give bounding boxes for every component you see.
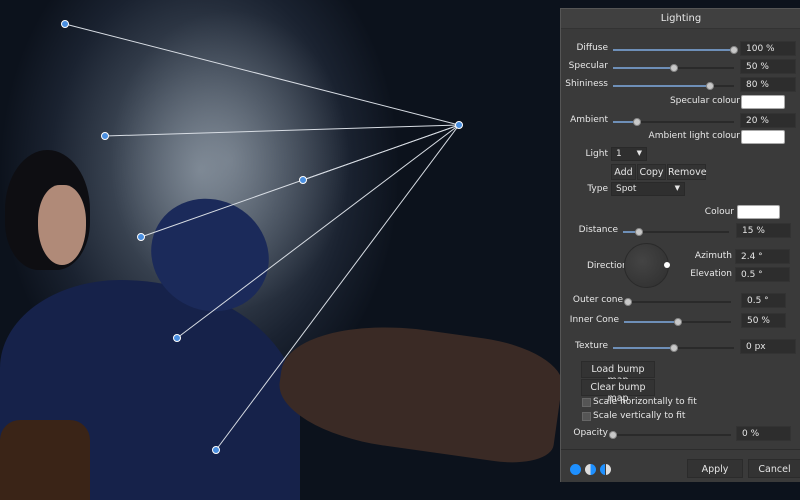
- texture-slider-knob[interactable]: [669, 344, 678, 352]
- shininess-slider[interactable]: [613, 82, 734, 90]
- outer-cone-label: Outer cone: [572, 295, 623, 305]
- preview-mode-mirror-icon[interactable]: [600, 464, 611, 475]
- scale-vertically-label: Scale vertically to fit: [593, 411, 686, 421]
- specular-slider-knob[interactable]: [669, 64, 678, 72]
- diffuse-value-field[interactable]: 100 %: [740, 41, 796, 56]
- light-target-handle[interactable]: [299, 176, 307, 184]
- distance-slider[interactable]: [623, 228, 729, 236]
- preview-mode-split-icon[interactable]: [585, 464, 596, 475]
- light-source-handle[interactable]: [455, 121, 463, 129]
- light-value: 1: [616, 149, 622, 159]
- light-ray-line: [64, 23, 460, 126]
- azimuth-field[interactable]: 2.4 °: [735, 249, 790, 264]
- elevation-field[interactable]: 0.5 °: [735, 267, 790, 282]
- chevron-down-icon: ▼: [674, 184, 680, 192]
- load-bump-map-button[interactable]: Load bump map: [581, 361, 655, 386]
- ambient-slider-knob[interactable]: [633, 118, 642, 126]
- add-light-button[interactable]: Add: [611, 164, 636, 180]
- distance-slider-knob[interactable]: [634, 228, 643, 236]
- light-ray-line: [176, 124, 460, 339]
- remove-light-button[interactable]: Remove: [667, 164, 707, 180]
- footer-divider: [561, 449, 800, 450]
- specular-value-field[interactable]: 50 %: [740, 59, 796, 74]
- light-ray-line: [215, 124, 460, 451]
- inner-cone-value-field[interactable]: 50 %: [741, 313, 786, 328]
- elevation-label: Elevation: [690, 269, 732, 279]
- inner-cone-slider-fill: [624, 321, 678, 323]
- copy-light-button[interactable]: Copy: [637, 164, 666, 180]
- light-target-handle[interactable]: [212, 446, 220, 454]
- diffuse-slider-knob[interactable]: [730, 46, 738, 54]
- specular-label: Specular: [568, 61, 608, 71]
- opacity-label: Opacity: [573, 428, 608, 438]
- inner-cone-slider-knob[interactable]: [673, 318, 682, 326]
- diffuse-label: Diffuse: [576, 43, 608, 53]
- light-target-handle[interactable]: [101, 132, 109, 140]
- ambient-colour-label: Ambient light colour: [648, 131, 740, 141]
- texture-value-field[interactable]: 0 px: [740, 339, 796, 354]
- light-target-handle[interactable]: [173, 334, 181, 342]
- specular-colour-swatch[interactable]: [741, 95, 785, 109]
- texture-slider-fill: [613, 347, 674, 349]
- ambient-label: Ambient: [570, 115, 608, 125]
- specular-slider[interactable]: [613, 64, 734, 72]
- shininess-label: Shininess: [565, 79, 608, 89]
- colour-label: Colour: [704, 207, 734, 217]
- specular-colour-label: Specular colour: [669, 96, 740, 106]
- direction-dial[interactable]: [624, 243, 669, 288]
- opacity-slider[interactable]: [609, 431, 731, 439]
- type-value: Spot: [616, 184, 637, 194]
- apply-button[interactable]: Apply: [687, 459, 743, 478]
- light-label: Light: [585, 149, 608, 159]
- light-colour-swatch[interactable]: [737, 205, 780, 219]
- chevron-down-icon: ▼: [636, 149, 642, 157]
- cancel-button[interactable]: Cancel: [748, 459, 800, 478]
- outer-cone-slider-knob[interactable]: [624, 298, 632, 306]
- light-target-handle[interactable]: [137, 233, 145, 241]
- texture-label: Texture: [575, 341, 608, 351]
- outer-cone-value-field[interactable]: 0.5 °: [741, 293, 786, 308]
- type-dropdown[interactable]: Spot ▼: [611, 182, 685, 196]
- preview-mode-full-icon[interactable]: [570, 464, 581, 475]
- diffuse-slider[interactable]: [613, 46, 738, 54]
- scale-horizontally-checkbox[interactable]: [582, 398, 591, 407]
- specular-slider-fill: [613, 67, 674, 69]
- inner-cone-label: Inner Cone: [569, 315, 619, 325]
- light-target-handle[interactable]: [61, 20, 69, 28]
- light-ray-line: [104, 124, 460, 137]
- light-dropdown[interactable]: 1 ▼: [611, 147, 647, 161]
- distance-value-field[interactable]: 15 %: [736, 223, 791, 238]
- shininess-slider-knob[interactable]: [705, 82, 714, 90]
- ambient-slider[interactable]: [613, 118, 734, 126]
- direction-label: Direction: [587, 261, 628, 271]
- opacity-value-field[interactable]: 0 %: [736, 426, 791, 441]
- distance-label: Distance: [578, 225, 618, 235]
- inner-cone-slider[interactable]: [624, 318, 731, 326]
- type-label: Type: [587, 184, 608, 194]
- shininess-value-field[interactable]: 80 %: [740, 77, 796, 92]
- panel-title: Lighting: [660, 13, 702, 24]
- ambient-colour-swatch[interactable]: [741, 130, 785, 144]
- shininess-slider-fill: [613, 85, 710, 87]
- texture-slider[interactable]: [613, 344, 734, 352]
- ambient-value-field[interactable]: 20 %: [740, 113, 796, 128]
- opacity-slider-knob[interactable]: [609, 431, 617, 439]
- scale-horizontally-label: Scale horizontally to fit: [593, 397, 697, 407]
- diffuse-slider-fill: [613, 49, 734, 51]
- clear-bump-map-button[interactable]: Clear bump map: [581, 379, 655, 404]
- lighting-panel: Lighting Diffuse 100 % Specular 50 % Shini…: [560, 8, 800, 482]
- direction-handle[interactable]: [664, 262, 670, 268]
- azimuth-label: Azimuth: [694, 251, 732, 261]
- outer-cone-slider[interactable]: [624, 298, 731, 306]
- scale-vertically-checkbox[interactable]: [582, 412, 591, 421]
